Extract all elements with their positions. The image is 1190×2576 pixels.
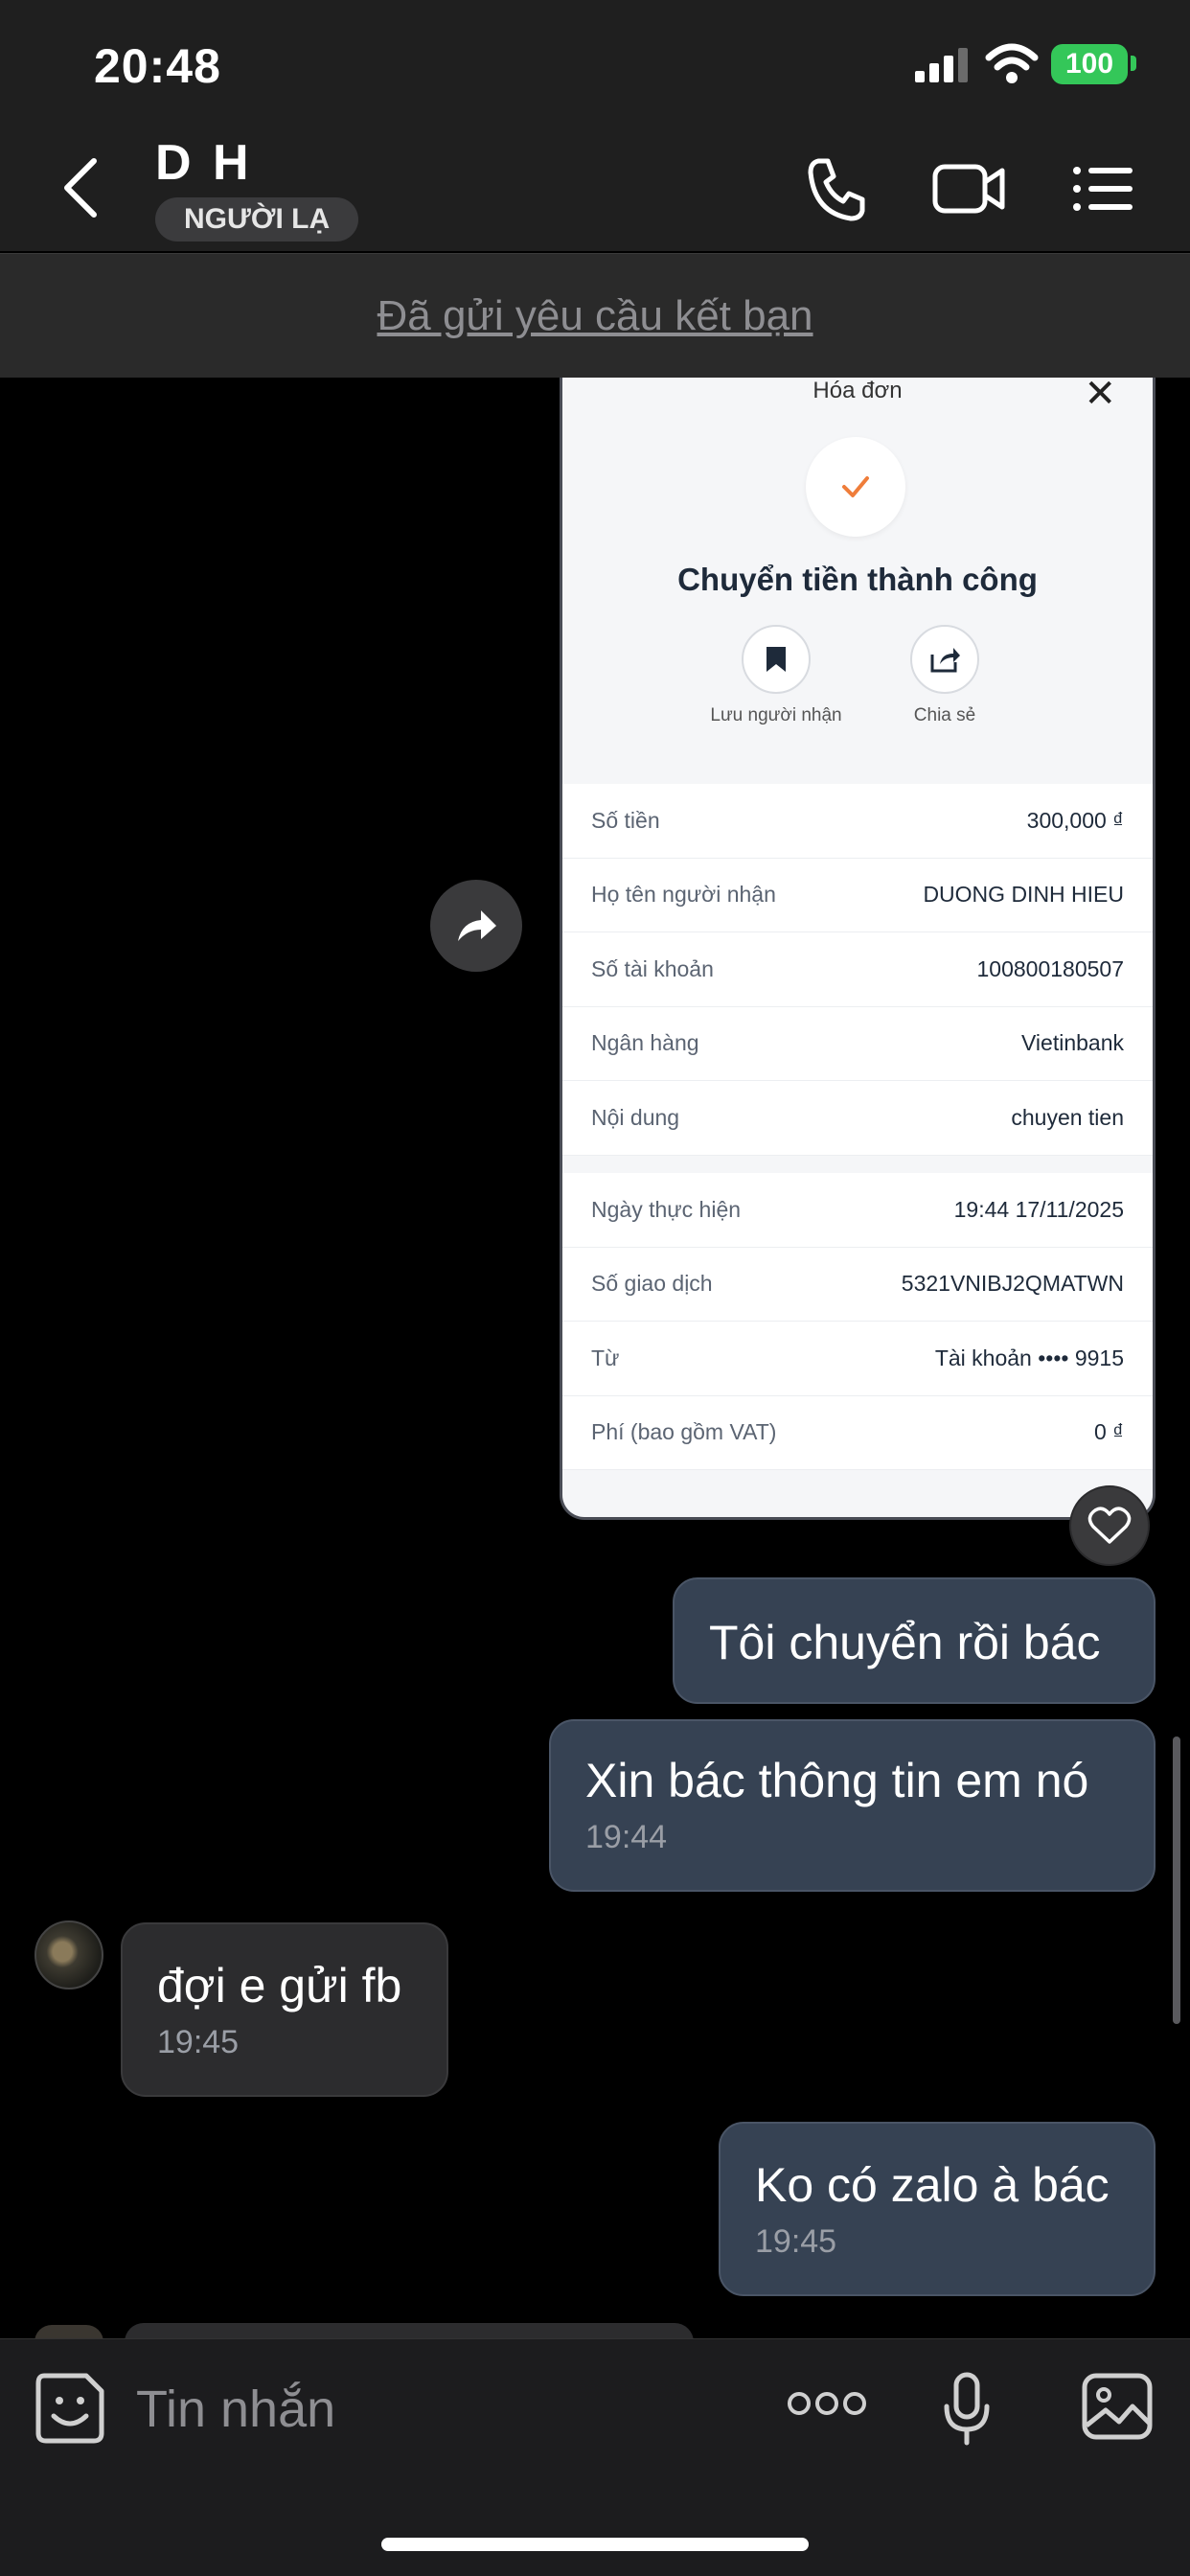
forward-button[interactable] [430, 880, 522, 972]
battery-indicator: 100 [1051, 44, 1128, 84]
message-text: Xin bác thông tin em nó [585, 1754, 1089, 1807]
microphone-icon[interactable] [943, 2372, 991, 2447]
receipt-row: Ngày thực hiện 19:44 17/11/2025 [562, 1173, 1153, 1248]
receipt-row: Số giao dịch 5321VNIBJ2QMATWN [562, 1248, 1153, 1322]
share-action: Chia sẻ [858, 625, 1031, 726]
message-time: 19:44 [585, 1819, 668, 1855]
incoming-message[interactable]: đợi e gửi fb 19:45 [121, 1922, 448, 2097]
outgoing-message[interactable]: Xin bác thông tin em nó 19:44 [549, 1719, 1156, 1892]
message-input[interactable] [136, 2376, 759, 2443]
wifi-icon [985, 43, 1039, 83]
receipt-title: Hóa đơn [812, 378, 903, 403]
receipt-row: Số tiền 300,000 ₫ [562, 784, 1153, 859]
sticker-icon[interactable] [34, 2372, 105, 2445]
receipt-image-message[interactable]: Hóa đơn ✕ Chuyển tiền thành công Lưu ngư… [560, 378, 1156, 1520]
save-recipient-label: Lưu người nhận [710, 705, 842, 725]
receipt-row: Nội dung chuyen tien [562, 1081, 1153, 1156]
receipt-row: Họ tên người nhận DUONG DINH HIEU [562, 859, 1153, 932]
cellular-signal-icon [915, 48, 968, 82]
video-call-icon[interactable] [931, 153, 1008, 224]
outgoing-message[interactable]: Ko có zalo à bác 19:45 [719, 2122, 1156, 2296]
friend-request-banner: Đã gửi yêu cầu kết bạn [0, 253, 1190, 378]
battery-tip [1131, 56, 1136, 71]
stranger-badge: NGƯỜI LẠ [155, 197, 359, 242]
menu-list-icon[interactable] [1071, 153, 1134, 224]
more-options-icon[interactable] [788, 2389, 866, 2418]
chat-scrollbar[interactable] [1173, 1736, 1180, 2024]
message-text: Tôi chuyển rồi bác [709, 1616, 1101, 1669]
receipt-headline: Chuyển tiền thành công [677, 562, 1038, 597]
outgoing-message[interactable]: Tôi chuyển rồi bác [673, 1577, 1156, 1704]
forward-arrow-icon [458, 910, 496, 941]
top-bar: 20:48 100 D H NGƯỜI LẠ [0, 0, 1190, 251]
receipt-table-bottom: Ngày thực hiện 19:44 17/11/2025 Số giao d… [562, 1173, 1153, 1470]
status-time: 20:48 [94, 39, 221, 93]
receipt-row: Phí (bao gồm VAT) 0 ₫ [562, 1396, 1153, 1470]
back-arrow-icon[interactable] [57, 153, 105, 222]
share-label: Chia sẻ [913, 705, 976, 725]
receipt-row: Ngân hàng Vietinbank [562, 1007, 1153, 1081]
share-icon [910, 625, 979, 694]
contact-name[interactable]: D H [155, 134, 253, 192]
receipt-table-top: Số tiền 300,000 ₫ Họ tên người nhận DUONG … [562, 784, 1153, 1156]
success-check-icon [806, 437, 905, 537]
close-icon: ✕ [1084, 378, 1116, 415]
image-icon[interactable] [1081, 2372, 1154, 2441]
bookmark-icon [742, 625, 811, 694]
react-heart-button[interactable] [1069, 1485, 1150, 1566]
receipt-row: Số tài khoản 100800180507 [562, 932, 1153, 1007]
heart-icon [1087, 1506, 1132, 1544]
phone-icon[interactable] [803, 153, 870, 224]
message-text: đợi e gửi fb [157, 1959, 402, 2012]
contact-avatar[interactable] [34, 1920, 103, 1990]
save-recipient-action: Lưu người nhận [690, 625, 862, 726]
friend-request-sent-link[interactable]: Đã gửi yêu cầu kết bạn [377, 292, 812, 340]
message-time: 19:45 [157, 2024, 240, 2060]
home-indicator[interactable] [381, 2538, 809, 2551]
receipt-row: Từ Tài khoản •••• 9915 [562, 1322, 1153, 1396]
message-time: 19:45 [755, 2223, 837, 2260]
message-text: Ko có zalo à bác [755, 2158, 1110, 2212]
